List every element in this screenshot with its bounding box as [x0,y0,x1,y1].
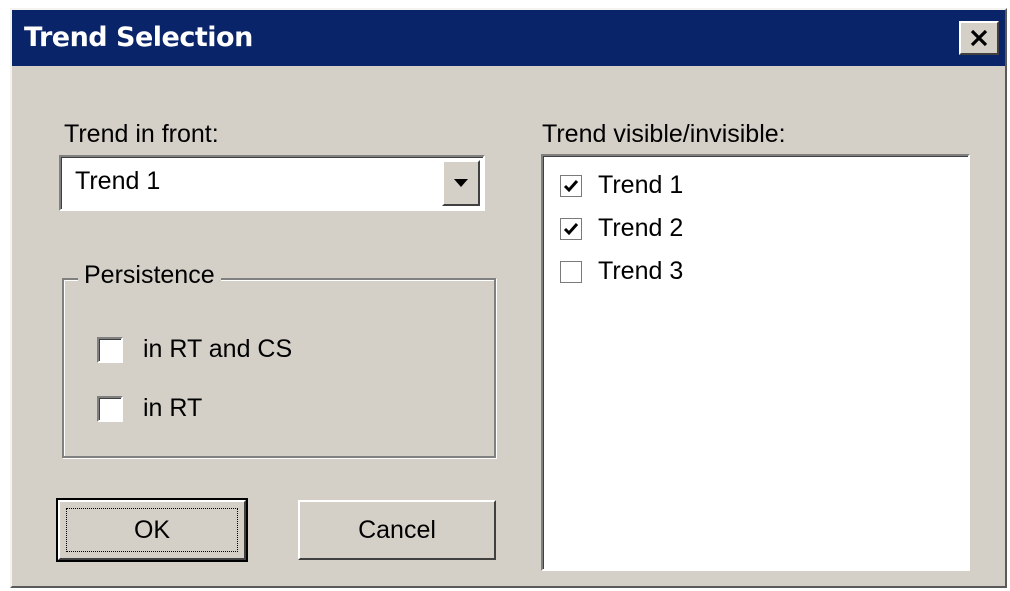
trend-in-front-value: Trend 1 [75,167,161,195]
list-item[interactable]: Trend 1 [560,171,683,200]
title-bar[interactable]: Trend Selection [12,10,1005,66]
persistence-groupbox [62,278,496,458]
trend-visibility-label: Trend visible/invisible: [542,120,786,148]
checkbox-label: in RT and CS [143,335,293,363]
list-item-label: Trend 3 [598,257,684,285]
window-title: Trend Selection [24,22,253,53]
trend-in-front-label: Trend in front: [64,120,219,148]
trend-in-front-select[interactable]: Trend 1 [59,155,485,211]
ok-button[interactable]: OK [56,498,248,562]
persistence-group-label: Persistence [78,261,221,290]
persistence-option-rt-and-cs[interactable]: in RT and CS [97,335,292,364]
checkbox-label: in RT [143,394,203,422]
checkbox[interactable] [97,336,123,363]
trend-visibility-list[interactable]: Trend 1 Trend 2 Trend 3 [541,154,970,571]
checkbox[interactable] [97,395,123,422]
checkbox[interactable] [560,217,582,240]
cancel-button[interactable]: Cancel [298,500,496,560]
checkbox[interactable] [560,260,582,283]
checkmark-icon [563,222,579,235]
close-x-icon [970,29,988,47]
close-button[interactable] [959,21,999,55]
checkmark-icon [563,179,579,192]
dropdown-button[interactable] [442,160,480,206]
list-item-label: Trend 2 [598,214,684,242]
focus-rectangle [66,508,238,552]
checkbox[interactable] [560,174,582,197]
trend-selection-dialog: Trend Selection Trend in front: Trend 1 … [10,8,1007,588]
list-item-label: Trend 1 [598,171,684,199]
cancel-button-label: Cancel [358,515,436,544]
list-item[interactable]: Trend 2 [560,214,683,243]
chevron-down-icon [454,179,468,187]
persistence-option-rt[interactable]: in RT [97,394,202,423]
list-item[interactable]: Trend 3 [560,257,683,286]
